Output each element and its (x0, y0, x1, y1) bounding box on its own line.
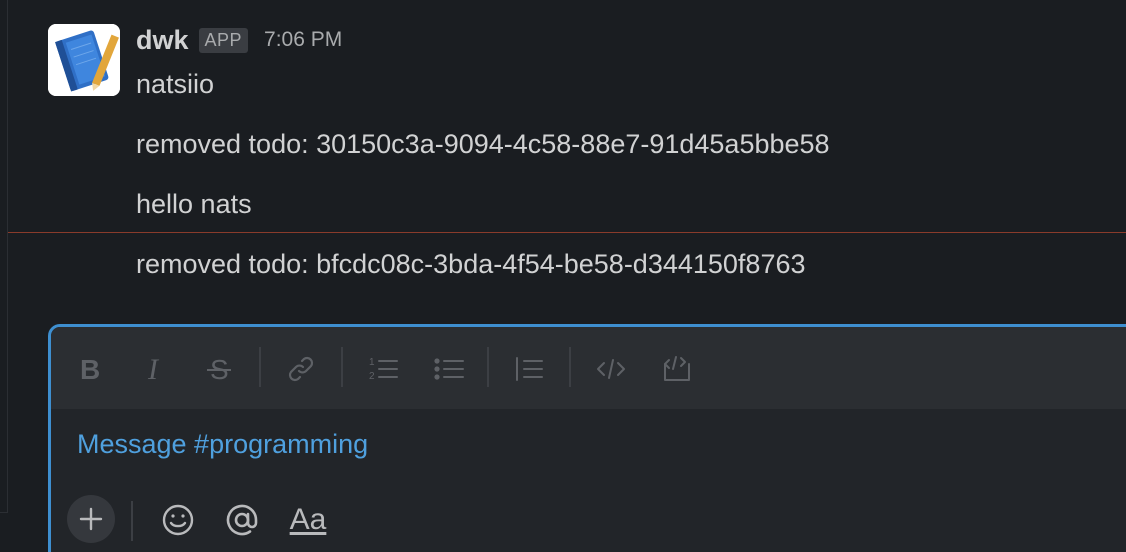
slack-channel-view: dwk APP 7:06 PM natsiio removed todo: 30… (0, 0, 1126, 552)
svg-text:I: I (147, 355, 160, 383)
avatar[interactable] (48, 24, 120, 96)
code-icon[interactable] (595, 353, 627, 385)
toolbar-divider (487, 347, 489, 387)
svg-text:B: B (80, 355, 100, 383)
attach-button[interactable] (67, 495, 115, 543)
ordered-list-icon[interactable]: 1 2 (367, 353, 399, 385)
toolbar-divider (259, 347, 261, 387)
message-header: dwk APP 7:06 PM (136, 24, 342, 56)
emoji-button[interactable] (159, 501, 197, 539)
bulleted-list-icon[interactable] (433, 353, 465, 385)
bold-icon[interactable]: B (75, 353, 107, 385)
toolbar-divider (569, 347, 571, 387)
app-badge: APP (198, 27, 249, 53)
author-name[interactable]: dwk (136, 25, 189, 56)
sidebar-border-corner (0, 512, 8, 513)
message-composer[interactable]: B I S 1 2 Message #programming Aa (48, 324, 1126, 552)
toolbar-divider (341, 347, 343, 387)
italic-icon[interactable]: I (139, 353, 171, 385)
message-text: hello nats (136, 189, 252, 219)
message-input[interactable]: Message #programming (77, 429, 368, 460)
message-text: removed todo: 30150c3a-9094-4c58-88e7-91… (136, 129, 830, 159)
svg-text:2: 2 (369, 371, 375, 382)
toolbar-divider (131, 501, 133, 541)
code-block-icon[interactable] (661, 353, 693, 385)
message-text: natsiio (136, 69, 215, 99)
new-messages-divider (8, 232, 1126, 233)
composer-actions: Aa (51, 495, 1126, 552)
format-text-icon: Aa (289, 503, 327, 536)
sidebar-border (7, 0, 8, 512)
mention-icon (226, 504, 258, 536)
svg-text:1: 1 (369, 357, 375, 368)
plus-icon (79, 507, 103, 531)
message-text: removed todo: bfcdc08c-3bda-4f54-be58-d3… (136, 249, 806, 279)
emoji-icon (162, 504, 194, 536)
blockquote-icon[interactable] (513, 353, 545, 385)
format-text-button[interactable]: Aa (285, 501, 331, 539)
message-timestamp[interactable]: 7:06 PM (264, 28, 342, 52)
formatting-toolbar: B I S 1 2 (51, 327, 1126, 409)
strikethrough-icon[interactable]: S (203, 353, 235, 385)
mention-button[interactable] (223, 501, 261, 539)
link-icon[interactable] (285, 353, 317, 385)
notebook-icon (48, 24, 120, 96)
